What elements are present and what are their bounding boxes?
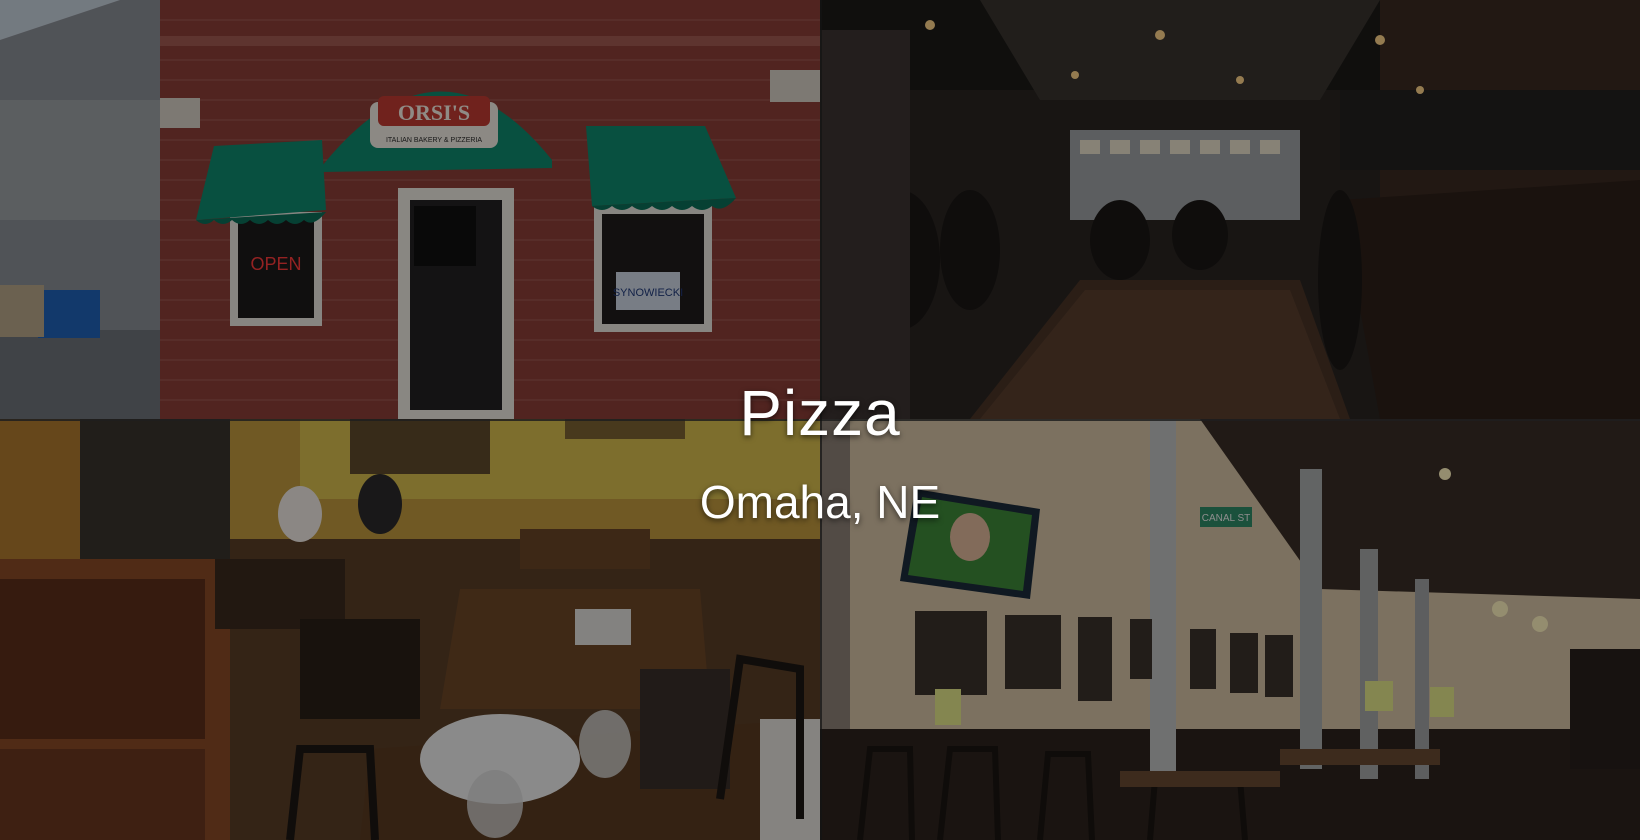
bar-interior-photo [820, 0, 1640, 419]
window-poster: SYNOWIECKI [613, 287, 683, 299]
open-sign: OPEN [250, 254, 301, 274]
storefront-sign-subtext: ITALIAN BAKERY & PIZZERIA [386, 137, 482, 144]
storefront-photo: OPEN SYNOWIECKI ORSI'S ITALIAN BAKERY & … [0, 0, 820, 419]
storefront-sign: ORSI'S [398, 100, 470, 125]
location-subtitle: Omaha, NE [699, 476, 941, 528]
page-title: Pizza [739, 377, 901, 449]
